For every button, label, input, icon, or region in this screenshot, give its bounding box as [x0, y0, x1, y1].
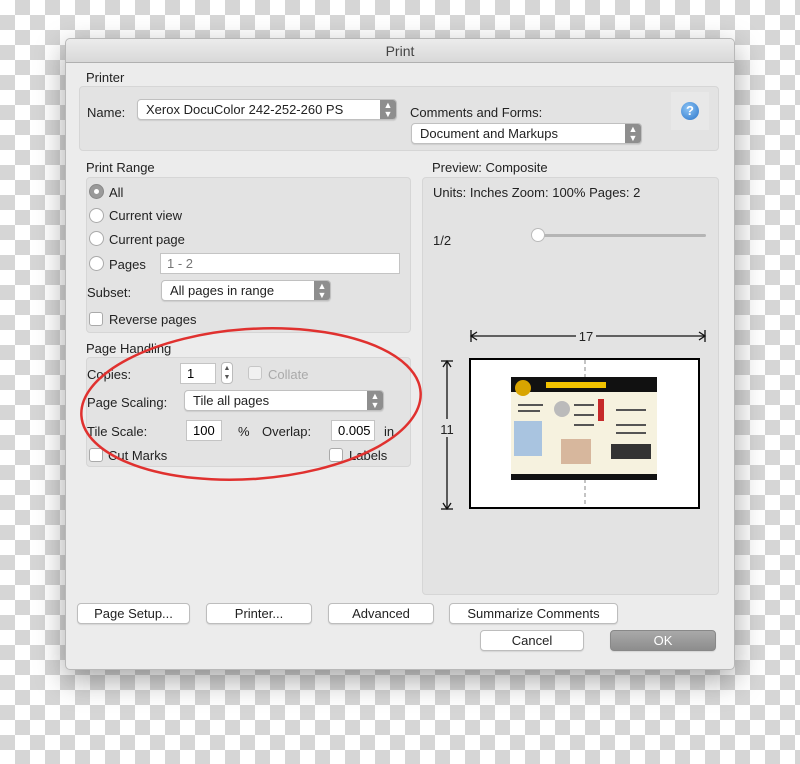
overlap-input[interactable]: [331, 420, 375, 441]
printer-section-label: Printer: [86, 70, 125, 85]
page-indicator: 1/2: [433, 233, 452, 248]
page-slider-track[interactable]: [536, 234, 706, 237]
chevron-updown-icon: ▲ ▼: [314, 281, 330, 300]
radio-all[interactable]: [89, 184, 104, 199]
copies-input[interactable]: [180, 363, 216, 384]
radio-current-view[interactable]: [89, 208, 104, 223]
comments-forms-value: Document and Markups: [420, 126, 559, 141]
page-scaling-value: Tile all pages: [193, 393, 270, 408]
chevron-updown-icon: ▲ ▼: [625, 124, 641, 143]
name-label: Name:: [87, 105, 126, 120]
advanced-button[interactable]: Advanced: [328, 603, 434, 624]
collate-label: Collate: [268, 367, 309, 382]
cancel-button[interactable]: Cancel: [480, 630, 584, 651]
printer-button[interactable]: Printer...: [206, 603, 312, 624]
page-scaling-select[interactable]: Tile all pages ▲ ▼: [184, 390, 384, 411]
preview-info: Units: Inches Zoom: 100% Pages: 2: [433, 185, 641, 200]
ok-button[interactable]: OK: [610, 630, 716, 651]
height-dimension: 11: [440, 422, 454, 437]
document-thumbnail: [511, 377, 657, 480]
cut-marks-checkbox[interactable]: [89, 448, 103, 462]
title-bar: Print: [66, 39, 734, 63]
comments-forms-select[interactable]: Document and Markups ▲ ▼: [411, 123, 642, 144]
page-slider-thumb[interactable]: [531, 228, 545, 242]
page-setup-button[interactable]: Page Setup...: [77, 603, 190, 624]
preview-diagram: 17 11: [438, 328, 707, 511]
overlap-unit: in: [384, 424, 395, 439]
page-handling-label: Page Handling: [86, 341, 172, 356]
help-button[interactable]: ?: [671, 92, 709, 130]
labels-label: Labels: [349, 448, 388, 463]
overlap-label: Overlap:: [262, 424, 312, 439]
reverse-pages-label: Reverse pages: [109, 312, 197, 327]
printer-name-select[interactable]: Xerox DocuColor 242-252-260 PS ▲ ▼: [137, 99, 397, 120]
collate-checkbox[interactable]: [248, 366, 262, 380]
subset-value: All pages in range: [170, 283, 275, 298]
tile-scale-input[interactable]: [186, 420, 222, 441]
reverse-pages-checkbox[interactable]: [89, 312, 103, 326]
preview-label: Preview: Composite: [432, 160, 548, 175]
radio-current-view-label: Current view: [109, 208, 182, 223]
subset-label: Subset:: [87, 285, 132, 300]
summarize-comments-button[interactable]: Summarize Comments: [449, 603, 618, 624]
tile-scale-label: Tile Scale:: [87, 424, 148, 439]
print-range-label: Print Range: [86, 160, 155, 175]
radio-pages-label: Pages: [109, 257, 146, 272]
radio-pages[interactable]: [89, 256, 104, 271]
printer-name-value: Xerox DocuColor 242-252-260 PS: [146, 102, 344, 117]
labels-checkbox[interactable]: [329, 448, 343, 462]
cut-marks-label: Cut Marks: [108, 448, 168, 463]
pages-input[interactable]: [160, 253, 400, 274]
radio-current-page[interactable]: [89, 231, 104, 246]
comments-forms-label: Comments and Forms:: [410, 105, 543, 120]
percent-label: %: [238, 424, 250, 439]
question-mark-icon: ?: [681, 102, 699, 120]
print-dialog: Print Printer Name: Xerox DocuColor 242-…: [65, 38, 735, 670]
width-dimension: 17: [579, 329, 593, 344]
subset-select[interactable]: All pages in range ▲ ▼: [161, 280, 331, 301]
copies-stepper[interactable]: ▲ ▼: [221, 362, 233, 384]
chevron-updown-icon: ▲ ▼: [380, 100, 396, 119]
radio-all-label: All: [109, 185, 124, 200]
copies-label: Copies:: [87, 367, 132, 382]
page-scaling-label: Page Scaling:: [87, 395, 168, 410]
chevron-updown-icon: ▲ ▼: [367, 391, 383, 410]
radio-current-page-label: Current page: [109, 232, 185, 247]
